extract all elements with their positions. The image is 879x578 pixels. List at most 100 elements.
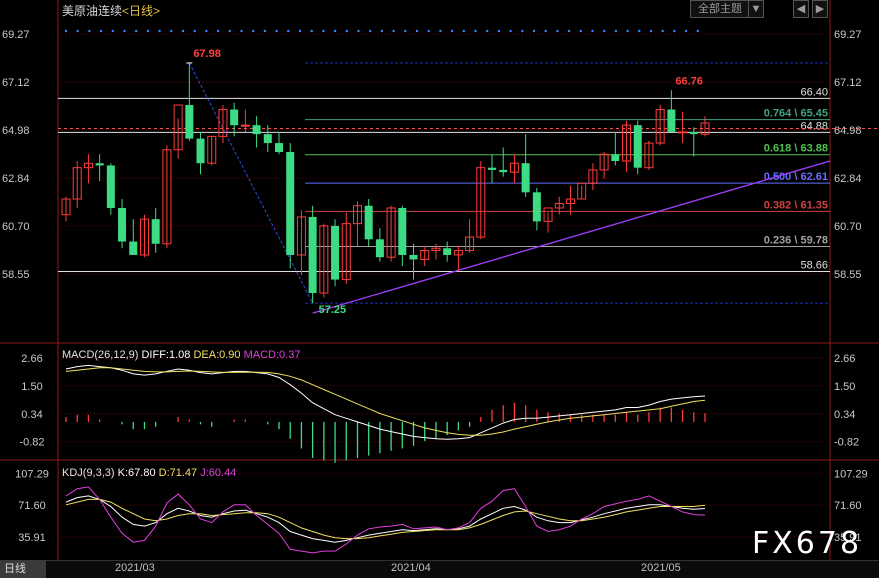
instrument-name: 美原油连续: [62, 4, 123, 18]
recent-high-annotation: 66.76: [675, 75, 703, 87]
candle-body: [689, 131, 698, 135]
candle-body: [633, 125, 642, 168]
level-label: 66.40: [800, 86, 828, 98]
macd-title-text: MACD(26,12,9): [62, 349, 141, 361]
dotted-marker: [544, 29, 547, 33]
candle-body: [196, 138, 205, 164]
macd-tick-label-left: -0.82: [19, 437, 44, 449]
dotted-marker: [661, 29, 664, 33]
dotted-marker: [252, 29, 255, 33]
theme-menu-label: 全部主题: [698, 3, 742, 15]
price-tick-label-right: 62.84: [834, 173, 862, 185]
high-annotation: 67.98: [193, 48, 221, 60]
dotted-marker: [439, 29, 442, 33]
candle-body: [240, 124, 250, 127]
level-label: 0.382 \ 61.35: [764, 199, 828, 211]
price-tick-label-right: 60.70: [834, 221, 862, 233]
macd-tick-label-left: 0.34: [21, 409, 42, 421]
date-tick-label: 2021/03: [115, 562, 155, 574]
kdj-tick-label-left: 107.29: [15, 468, 49, 480]
candle-body: [331, 225, 340, 280]
dotted-marker: [532, 29, 536, 33]
kdj-tick-label-right: 107.29: [834, 468, 868, 480]
kdj-readout-j: J:60.44: [200, 467, 236, 479]
dotted-marker: [626, 29, 629, 33]
level-label: 64.88: [800, 120, 828, 132]
dotted-marker: [322, 29, 325, 33]
price-tick-label-left: 60.70: [2, 221, 30, 233]
chevron-down-icon[interactable]: ▼: [748, 0, 764, 18]
macd-readout-macd: MACD:0.37: [244, 349, 301, 361]
level-label: 0.764 \ 65.45: [764, 108, 828, 120]
kdj-title-text: KDJ(9,3,3): [62, 467, 118, 479]
macd-series-line: [65, 364, 706, 440]
price-tick-label-left: 58.55: [2, 269, 30, 281]
candle-body: [95, 163, 104, 166]
dotted-marker: [684, 29, 688, 33]
price-tick-label-left: 62.84: [2, 173, 30, 185]
dotted-marker: [263, 29, 267, 33]
dotted-marker: [427, 29, 430, 33]
dotted-marker: [205, 29, 208, 33]
dotted-marker: [567, 29, 571, 33]
dotted-marker: [135, 29, 138, 33]
price-tick-label-left: 69.27: [2, 29, 30, 41]
level-label: 0.236 \ 59.78: [764, 234, 828, 246]
dotted-marker: [345, 29, 348, 33]
macd-readout-diff: DIFF:1.08: [141, 349, 193, 361]
dotted-marker: [99, 29, 103, 33]
level-label: 58.66: [800, 260, 828, 272]
macd-tick-label-right: 1.50: [834, 381, 855, 393]
candle-body: [521, 163, 530, 193]
dotted-marker: [591, 29, 594, 33]
dotted-marker: [392, 29, 395, 33]
candle-body: [129, 241, 138, 255]
kdj-layer: [65, 486, 706, 554]
macd-tick-label-right: 2.66: [834, 353, 855, 365]
next-arrow-icon[interactable]: ▶: [812, 0, 828, 18]
prev-arrow-icon[interactable]: ◀: [793, 0, 809, 18]
dotted-marker: [333, 29, 337, 33]
dotted-marker: [298, 29, 302, 33]
price-tick-label-left: 67.12: [2, 77, 30, 89]
candle-body: [151, 219, 160, 244]
candle-body: [375, 239, 384, 258]
dotted-marker: [76, 29, 79, 33]
dotted-marker: [146, 29, 150, 33]
dotted-marker: [123, 29, 126, 33]
dotted-marker: [275, 29, 278, 33]
dotted-marker: [649, 29, 653, 33]
dotted-marker: [579, 29, 582, 33]
low-annotation: 57.25: [319, 304, 347, 316]
dotted-marker: [521, 29, 524, 33]
dotted-marker: [450, 29, 454, 33]
dotted-marker: [497, 29, 501, 33]
dotted-marker: [216, 29, 220, 33]
price-tick-label-right: 67.12: [834, 77, 862, 89]
macd-tick-label-left: 2.66: [21, 353, 42, 365]
watermark-logo: FX678: [752, 526, 863, 561]
candle-body: [230, 109, 239, 126]
chart-window: 66.40 0.764 \ 65.45 64.88 0.618 \ 63.88 0.50…: [0, 0, 879, 578]
macd-readout-dea: DEA:0.90: [193, 349, 243, 361]
candle-body: [263, 134, 272, 144]
candle-body: [106, 165, 115, 208]
theme-menu-button[interactable]: 全部主题: [690, 0, 750, 18]
price-tick-label-left: 64.98: [2, 125, 30, 137]
dotted-marker: [415, 29, 419, 33]
chart-canvas: 66.400.764 \ 65.4564.880.618 \ 63.880.50…: [0, 0, 879, 560]
dotted-marker: [380, 29, 384, 33]
candle-body: [678, 131, 688, 134]
candle-body: [398, 207, 407, 255]
candle-body: [275, 143, 283, 153]
dotted-marker: [193, 29, 196, 33]
period-tab-daily[interactable]: 日线: [0, 560, 46, 578]
dotted-marker: [462, 29, 465, 33]
kdj-title: KDJ(9,3,3) K:67.80 D:71.47 J:60.44: [62, 467, 236, 479]
dotted-marker: [556, 29, 559, 33]
candle-body: [409, 254, 418, 260]
trend-line: [312, 160, 831, 314]
instrument-title: 美原油连续<日线>: [62, 2, 160, 19]
dotted-marker: [287, 29, 290, 33]
macd-tick-label-right: -0.82: [834, 437, 859, 449]
